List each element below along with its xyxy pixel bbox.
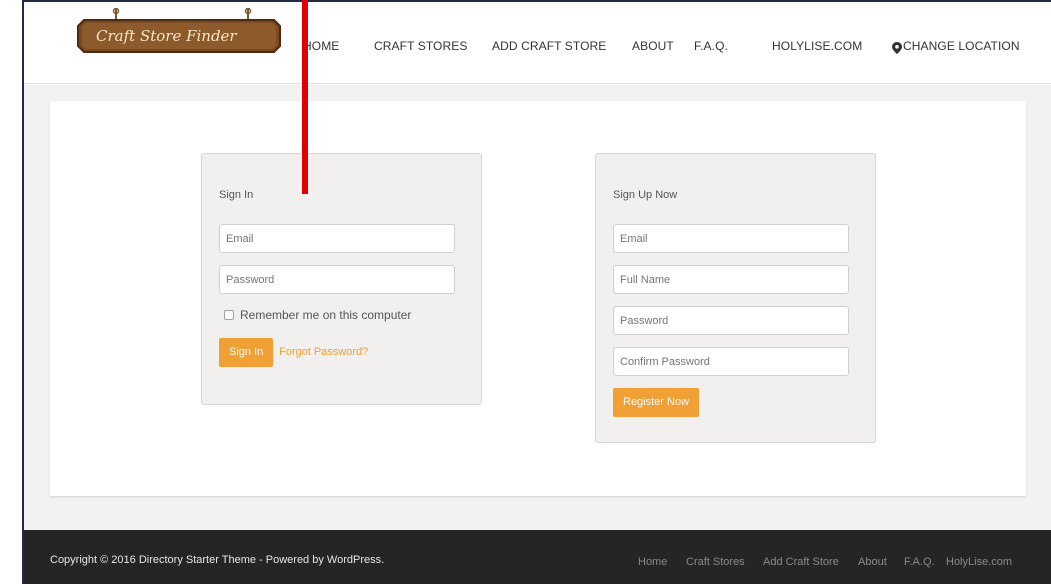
signin-title: Sign In xyxy=(219,189,254,201)
footer-link-home[interactable]: Home xyxy=(638,556,667,568)
signup-title: Sign Up Now xyxy=(613,189,678,201)
main-nav: HOME CRAFT STORES ADD CRAFT STORE ABOUT … xyxy=(24,39,1051,55)
footer-link-faq[interactable]: F.A.Q. xyxy=(904,556,935,568)
nav-craft-stores[interactable]: CRAFT STORES xyxy=(374,39,467,53)
signin-button[interactable]: Sign In xyxy=(219,338,274,367)
map-pin-icon[interactable] xyxy=(892,41,902,54)
signup-box: Sign Up Now Register Now xyxy=(595,153,876,443)
footer-link-craft-stores[interactable]: Craft Stores xyxy=(686,556,745,568)
main-content: Sign In Remember me on this computer Sig… xyxy=(24,85,1051,530)
nav-faq[interactable]: F.A.Q. xyxy=(694,39,728,53)
signup-fullname-input[interactable] xyxy=(613,265,849,294)
nav-home[interactable]: HOME xyxy=(303,39,339,53)
footer-link-about[interactable]: About xyxy=(858,556,887,568)
footer-link-add-craft-store[interactable]: Add Craft Store xyxy=(763,556,839,568)
signin-box: Sign In Remember me on this computer Sig… xyxy=(201,153,482,405)
browser-frame: Craft Store Finder HOME CRAFT STORES ADD… xyxy=(22,0,1051,584)
footer-link-holylise[interactable]: HolyLise.com xyxy=(946,556,1012,568)
register-button[interactable]: Register Now xyxy=(613,388,700,417)
content-panel: Sign In Remember me on this computer Sig… xyxy=(50,101,1026,496)
signin-email-input[interactable] xyxy=(219,224,455,253)
nav-change-location[interactable]: CHANGE LOCATION xyxy=(903,39,1020,53)
signup-confirm-password-input[interactable] xyxy=(613,347,849,376)
site-header: Craft Store Finder HOME CRAFT STORES ADD… xyxy=(24,2,1051,84)
remember-me-checkbox[interactable] xyxy=(224,310,234,320)
signup-email-input[interactable] xyxy=(613,224,849,253)
footer-copyright: Copyright © 2016 Directory Starter Theme… xyxy=(50,554,385,566)
forgot-password-link[interactable]: Forgot Password? xyxy=(279,346,368,358)
signup-password-input[interactable] xyxy=(613,306,849,335)
nav-about[interactable]: ABOUT xyxy=(632,39,674,53)
nav-add-craft-store[interactable]: ADD CRAFT STORE xyxy=(492,39,606,53)
nav-holylise[interactable]: HOLYLISE.COM xyxy=(772,39,862,53)
signin-password-input[interactable] xyxy=(219,265,455,294)
site-footer: Copyright © 2016 Directory Starter Theme… xyxy=(24,530,1051,584)
remember-me-label: Remember me on this computer xyxy=(240,308,412,322)
annotation-arrow-bar xyxy=(302,0,308,194)
